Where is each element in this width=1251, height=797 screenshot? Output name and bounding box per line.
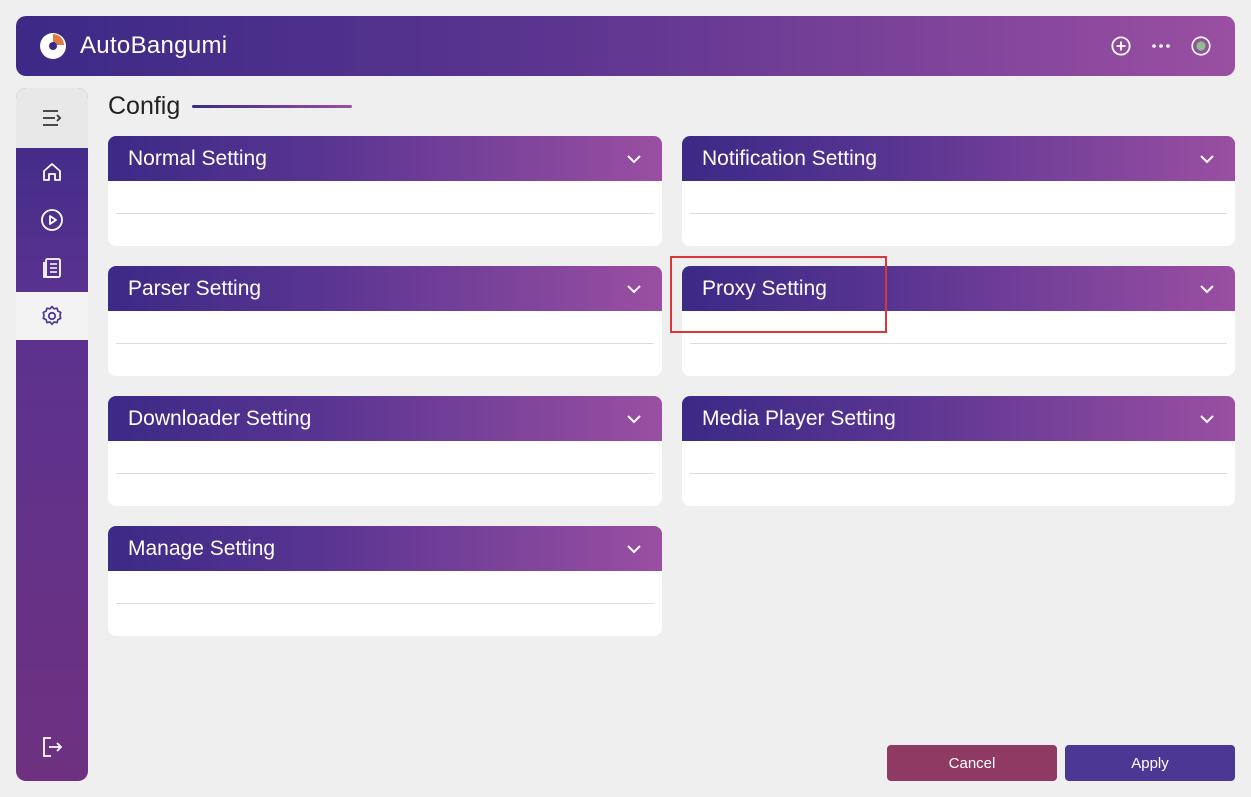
panel-header[interactable]: Manage Setting — [108, 526, 662, 571]
panel-manage-setting: Manage Setting — [108, 526, 662, 636]
sidebar-item-logout[interactable] — [16, 735, 88, 759]
chevron-down-icon[interactable] — [1199, 281, 1215, 297]
panel-title: Parser Setting — [128, 276, 262, 300]
panel-normal-setting: Normal Setting — [108, 136, 662, 246]
divider — [116, 603, 654, 604]
app-title: AutoBangumi — [80, 32, 228, 59]
chevron-down-icon[interactable] — [626, 151, 642, 167]
status-indicator-icon[interactable] — [1191, 36, 1211, 56]
panel-notification-setting: Notification Setting — [682, 136, 1235, 246]
divider — [690, 343, 1227, 344]
panel-body — [108, 311, 662, 376]
panel-body — [108, 441, 662, 506]
divider — [690, 213, 1227, 214]
sidebar-item-player[interactable] — [16, 196, 88, 244]
panel-header[interactable]: Normal Setting — [108, 136, 662, 181]
panel-title: Downloader Setting — [128, 406, 312, 430]
chevron-down-icon[interactable] — [626, 281, 642, 297]
panel-body — [682, 181, 1235, 246]
divider — [690, 473, 1227, 474]
panel-body — [108, 571, 662, 636]
highlight-box — [670, 256, 887, 333]
menu-toggle-icon — [43, 110, 62, 126]
panel-header[interactable]: Notification Setting — [682, 136, 1235, 181]
panel-downloader-setting: Downloader Setting — [108, 396, 662, 506]
chevron-down-icon[interactable] — [626, 411, 642, 427]
sidebar-item-log[interactable] — [16, 244, 88, 292]
chevron-down-icon[interactable] — [626, 541, 642, 557]
panel-body — [108, 181, 662, 246]
play-icon — [41, 209, 63, 231]
settings-icon — [42, 305, 62, 326]
panel-header[interactable]: Media Player Setting — [682, 396, 1235, 441]
header-actions — [1111, 36, 1211, 56]
divider — [116, 473, 654, 474]
apply-button[interactable]: Apply — [1065, 745, 1235, 781]
logout-icon — [43, 737, 63, 757]
more-icon[interactable] — [1151, 36, 1171, 56]
chevron-down-icon[interactable] — [1199, 151, 1215, 167]
panel-title: Manage Setting — [128, 536, 276, 560]
panel-parser-setting: Parser Setting — [108, 266, 662, 376]
page-title: Config — [108, 90, 353, 122]
panel-title: Notification Setting — [702, 146, 878, 170]
page-title-text: Config — [108, 91, 181, 120]
panel-title: Normal Setting — [128, 146, 267, 170]
panel-body — [682, 441, 1235, 506]
top-bar: AutoBangumi — [16, 16, 1235, 76]
chevron-down-icon[interactable] — [1199, 411, 1215, 427]
sidebar-item-config[interactable] — [16, 292, 88, 340]
panel-title: Media Player Setting — [702, 406, 896, 430]
add-circle-icon[interactable] — [1111, 36, 1131, 56]
title-underline — [192, 104, 353, 108]
divider — [116, 213, 654, 214]
app-logo-icon — [40, 33, 66, 59]
sidebar-toggle[interactable] — [16, 88, 88, 148]
home-icon — [43, 163, 61, 181]
log-icon — [43, 258, 61, 278]
sidebar-item-home[interactable] — [16, 148, 88, 196]
sidebar — [16, 88, 88, 781]
panel-header[interactable]: Parser Setting — [108, 266, 662, 311]
panel-header[interactable]: Downloader Setting — [108, 396, 662, 441]
cancel-button[interactable]: Cancel — [887, 745, 1057, 781]
divider — [116, 343, 654, 344]
panel-media-player-setting: Media Player Setting — [682, 396, 1235, 506]
